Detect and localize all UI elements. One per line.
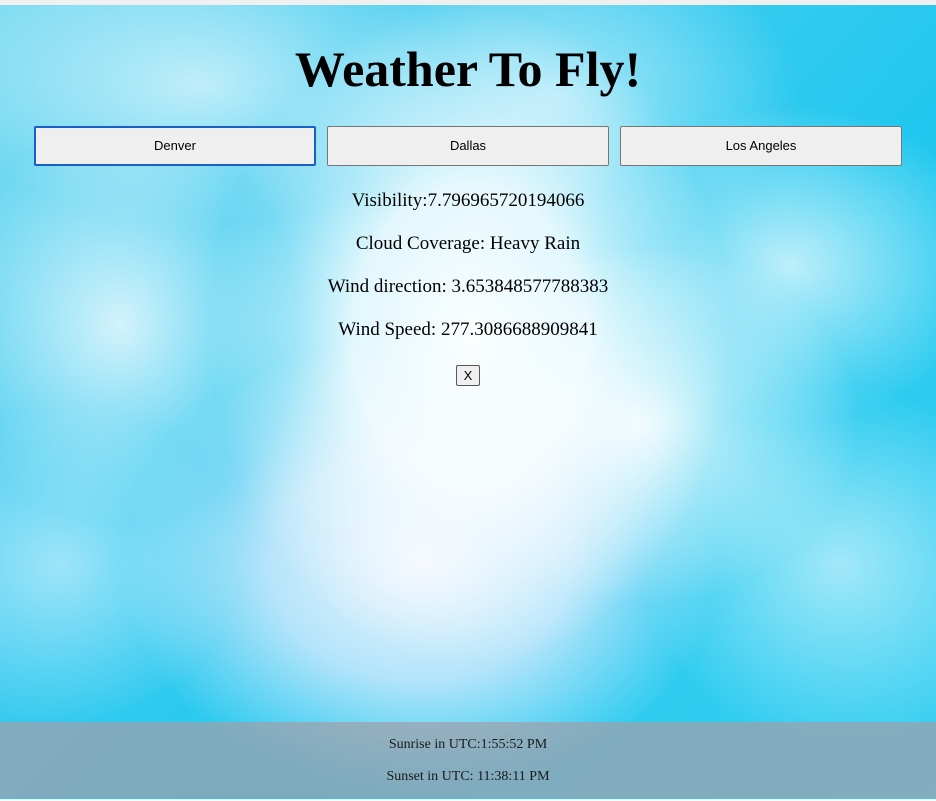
sunrise-value: 1:55:52 PM [480,737,548,752]
wind-direction-value: 3.653848577788383 [451,276,609,297]
visibility-readout: Visibility:7.796965720194066 [0,189,936,213]
page-title: Weather To Fly! [294,41,642,97]
close-button[interactable]: X [456,365,480,386]
wind-direction-label: Wind direction: [327,276,452,297]
cloud-coverage-value: Heavy Rain [489,233,581,254]
wind-direction-readout: Wind direction: 3.653848577788383 [0,275,936,299]
city-button-los-angeles[interactable]: Los Angeles [620,126,902,166]
cloud-coverage-readout: Cloud Coverage: Heavy Rain [0,232,936,256]
wind-speed-value: 277.3086688909841 [440,319,598,340]
footer: Sunrise in UTC:1:55:52 PM Sunset in UTC:… [0,722,936,798]
wind-speed-readout: Wind Speed: 277.3086688909841 [0,318,936,342]
sunrise-label: Sunrise in UTC: [388,737,481,752]
sky-background-image [0,5,936,799]
cloud-coverage-label: Cloud Coverage: [355,233,490,254]
visibility-label: Visibility: [351,190,428,211]
wind-speed-label: Wind Speed: [338,319,441,340]
weather-app-page: Weather To Fly! Denver Dallas Los Angele… [0,0,936,801]
sunrise-readout: Sunrise in UTC:1:55:52 PM [0,736,936,754]
sunset-label: Sunset in UTC: [386,769,478,784]
sunset-readout: Sunset in UTC: 11:38:11 PM [0,768,936,786]
city-button-denver[interactable]: Denver [34,126,316,166]
city-button-dallas[interactable]: Dallas [327,126,609,166]
sunset-value: 11:38:11 PM [477,769,550,784]
visibility-value: 7.796965720194066 [427,190,585,211]
